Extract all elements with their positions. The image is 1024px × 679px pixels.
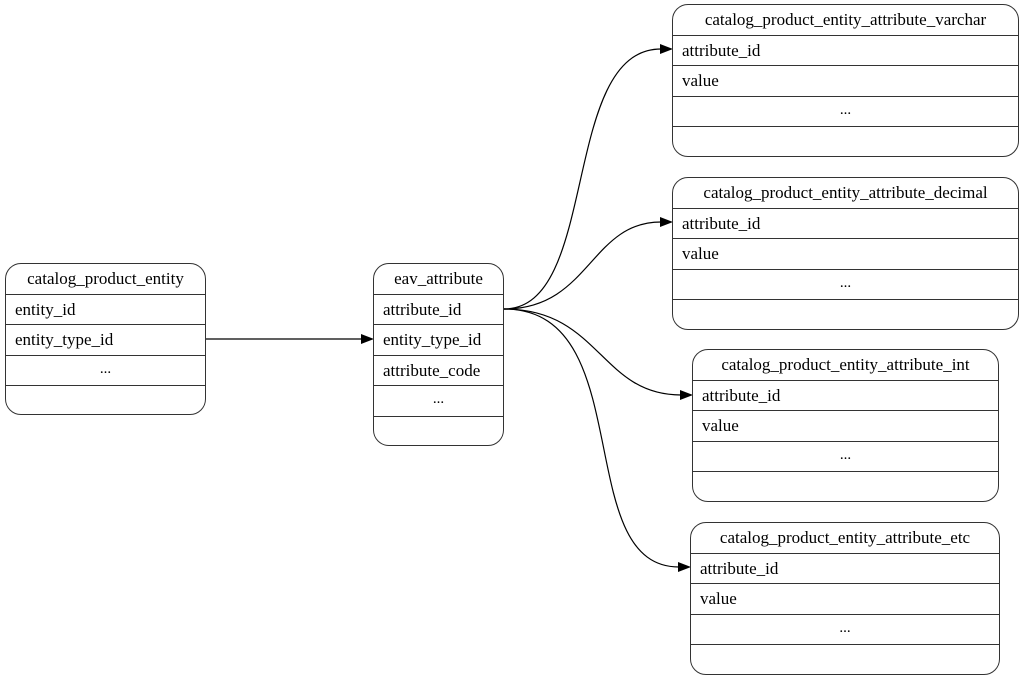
field-ellipsis: ... — [673, 270, 1018, 300]
field-attribute-id: attribute_id — [691, 554, 999, 584]
empty-row — [374, 417, 503, 446]
table-catalog-product-entity-attribute-varchar[interactable]: catalog_product_entity_attribute_varchar… — [672, 4, 1019, 157]
field-attribute-id: attribute_id — [693, 381, 998, 411]
table-title: catalog_product_entity_attribute_etc — [691, 523, 999, 554]
field-ellipsis: ... — [673, 97, 1018, 127]
table-eav-attribute[interactable]: eav_attribute attribute_id entity_type_i… — [373, 263, 504, 446]
field-attribute-code: attribute_code — [374, 356, 503, 386]
field-ellipsis: ... — [691, 615, 999, 645]
field-ellipsis: ... — [693, 442, 998, 472]
field-entity-id: entity_id — [6, 295, 205, 325]
field-value: value — [691, 584, 999, 615]
edge-eav-to-int — [503, 308, 693, 400]
table-title: catalog_product_entity_attribute_varchar — [673, 5, 1018, 36]
field-value: value — [693, 411, 998, 442]
edge-entity-to-eav — [205, 334, 374, 344]
table-catalog-product-entity[interactable]: catalog_product_entity entity_id entity_… — [5, 263, 206, 415]
table-title: catalog_product_entity_attribute_decimal — [673, 178, 1018, 209]
field-ellipsis: ... — [6, 356, 205, 386]
empty-row — [693, 472, 998, 501]
field-attribute-id: attribute_id — [673, 209, 1018, 239]
field-attribute-id: attribute_id — [374, 295, 503, 325]
field-entity-type-id: entity_type_id — [374, 325, 503, 356]
field-entity-type-id: entity_type_id — [6, 325, 205, 356]
empty-row — [673, 127, 1018, 156]
field-value: value — [673, 239, 1018, 270]
field-attribute-id: attribute_id — [673, 36, 1018, 66]
table-title: eav_attribute — [374, 264, 503, 295]
table-title: catalog_product_entity_attribute_int — [693, 350, 998, 381]
empty-row — [6, 386, 205, 414]
field-ellipsis: ... — [374, 386, 503, 417]
edge-eav-to-etc — [503, 308, 691, 572]
table-catalog-product-entity-attribute-decimal[interactable]: catalog_product_entity_attribute_decimal… — [672, 177, 1019, 330]
empty-row — [691, 645, 999, 674]
edge-eav-to-varchar — [503, 44, 673, 310]
table-title: catalog_product_entity — [6, 264, 205, 295]
edge-eav-to-decimal — [503, 217, 673, 310]
empty-row — [673, 300, 1018, 329]
field-value: value — [673, 66, 1018, 97]
table-catalog-product-entity-attribute-etc[interactable]: catalog_product_entity_attribute_etc att… — [690, 522, 1000, 675]
table-catalog-product-entity-attribute-int[interactable]: catalog_product_entity_attribute_int att… — [692, 349, 999, 502]
